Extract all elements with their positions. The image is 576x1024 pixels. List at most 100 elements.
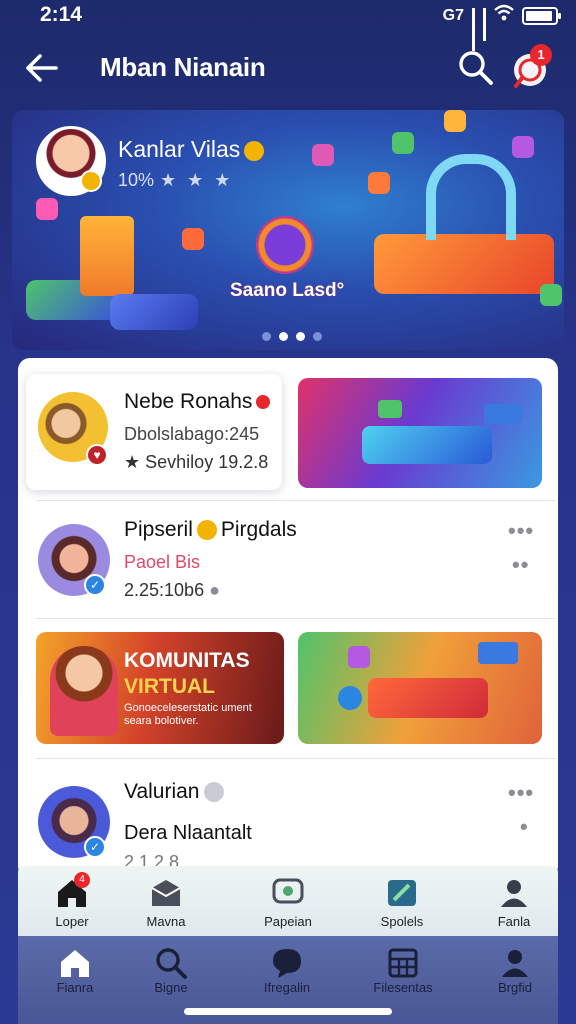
tab-spolels[interactable]: Spolels [348, 866, 456, 936]
battery-icon [522, 7, 561, 25]
inbox-icon [151, 880, 181, 906]
search-icon [459, 51, 493, 85]
promo-description: Gonoeceleserstatic ument seara bolotiver… [124, 702, 252, 727]
featured-user-card[interactable]: ♥ Nebe Ronahs Dbolslabago:245 ★ Sevhiloy… [26, 374, 282, 490]
join-room-button[interactable] [256, 216, 314, 274]
carousel-dot[interactable] [262, 332, 271, 341]
user-name-text: Nebe Ronahs [124, 390, 253, 413]
live-indicator-icon [256, 395, 271, 410]
room-preview-card[interactable] [298, 378, 542, 488]
page-title: Mban Nianain [100, 52, 266, 82]
more-options-button[interactable]: • [520, 814, 529, 840]
music-icon [368, 172, 390, 194]
user-name-text: Pipseril [124, 518, 193, 541]
user-subtitle: Paoel Bis [124, 552, 201, 572]
chat-bubble-icon [484, 404, 522, 424]
status-bar: 2:14 G7 [0, 0, 576, 51]
user-meta: ★ Sevhiloy 19.2.8 [124, 452, 268, 473]
tab-badge: 4 [74, 872, 90, 888]
tab-papeian[interactable]: Papeian [234, 866, 342, 936]
grid-icon [388, 948, 418, 978]
divider [36, 618, 556, 619]
status-time: 2:14 [40, 3, 83, 26]
status-icons: G7 [442, 4, 561, 51]
verified-badge-icon [80, 170, 102, 192]
game-icon [512, 136, 534, 158]
notification-button[interactable]: 1 [508, 44, 554, 90]
search-icon [156, 948, 187, 979]
tab-label: Papeian [264, 914, 312, 929]
tab-label: Fanla [497, 914, 531, 929]
nav-label: Bigne [154, 980, 188, 995]
star-rating-icon: ★ ★ ★ [160, 170, 234, 190]
signal-icon [472, 8, 475, 51]
user-subtitle: Dera Nlaantalt [124, 822, 252, 844]
verified-badge-icon: ✓ [84, 574, 106, 596]
tab-label: Mavna [146, 914, 186, 929]
nav-ifregalin[interactable]: Ifregalin [230, 936, 344, 1006]
featured-banner[interactable]: Kanlar Vilas 10% ★ ★ ★ Saano Lasd° [12, 110, 564, 350]
user-meta-text: 2.25:10b6 [124, 580, 205, 600]
heart-icon [444, 110, 466, 132]
network-label: G7 [442, 7, 464, 24]
host-name-text: Kanlar Vilas [118, 136, 241, 162]
badge-icon [203, 782, 224, 803]
carousel-dot[interactable] [313, 332, 322, 341]
home-indicator[interactable] [184, 1008, 392, 1015]
edit-icon [388, 880, 416, 906]
nav-label: Brgfid [498, 980, 532, 995]
tab-label: Loper [55, 914, 89, 929]
sticker-icon [36, 198, 58, 220]
booth-left-illustration [80, 216, 134, 296]
notification-badge: 1 [530, 44, 552, 66]
nav-label: Ifregalin [263, 980, 311, 995]
divider [36, 500, 556, 501]
profile-icon [502, 950, 528, 977]
carousel-dots[interactable] [262, 332, 322, 341]
home-icon [61, 950, 89, 977]
nav-bigne[interactable]: Bigne [114, 936, 228, 1006]
user-meta: 2.25:10b6 ● [124, 580, 220, 601]
tab-fanla[interactable]: Fanla [460, 866, 568, 936]
platform-right-illustration [374, 234, 554, 294]
more-options-button[interactable]: •• [512, 552, 529, 578]
carousel-dot[interactable] [296, 332, 305, 341]
app-bar: Mban Nianain 1 [0, 36, 576, 100]
more-options-button[interactable]: ••• [508, 518, 534, 544]
room-illustration [368, 678, 488, 718]
tab-loper[interactable]: 4 Loper [18, 866, 126, 936]
search-button[interactable] [456, 48, 496, 88]
nav-brgfid[interactable]: Brgfid [458, 936, 572, 1006]
verified-badge-icon: ✓ [84, 836, 106, 858]
gold-badge-icon [196, 520, 217, 541]
back-button[interactable] [22, 50, 62, 86]
feed-panel: ♥ Nebe Ronahs Dbolslabago:245 ★ Sevhiloy… [18, 358, 558, 878]
group-icon: ● [209, 580, 220, 600]
tab-mavna[interactable]: Mavna [112, 866, 220, 936]
more-options-button[interactable]: ••• [508, 780, 534, 806]
host-name: Kanlar Vilas [118, 136, 265, 163]
star-icon [182, 228, 204, 250]
nav-filesentas[interactable]: Filesentas [346, 936, 460, 1006]
komunitas-virtual-promo[interactable]: KOMUNITAS VIRTUAL Gonoeceleserstatic ume… [36, 632, 284, 744]
chat-bubble-icon [378, 400, 402, 418]
host-illustration [50, 646, 118, 736]
room-preview-card[interactable] [298, 632, 542, 744]
chat-bubble-icon [392, 132, 414, 154]
carousel-dot-active[interactable] [279, 332, 288, 341]
promo-title-line1: KOMUNITAS [124, 649, 250, 672]
join-room-label: Saano Lasd° [230, 280, 345, 301]
promo-title-line2: VIRTUAL [124, 675, 215, 698]
chat-icon [272, 878, 304, 904]
nav-label: Filesentas [373, 980, 433, 995]
profile-icon [501, 880, 527, 907]
wifi-icon [494, 4, 514, 28]
category-tab-bar: 4 Loper Mavna Papeian Spolels Fanla [18, 866, 558, 936]
host-rating-text: 10% [118, 170, 155, 190]
play-icon [338, 686, 362, 710]
promo-title: KOMUNITAS VIRTUAL [124, 648, 250, 700]
arch-right-illustration [426, 154, 516, 240]
user-name-suffix: Pirgdals [220, 518, 297, 541]
chat-bubble-icon [348, 646, 370, 668]
message-icon [273, 949, 301, 978]
